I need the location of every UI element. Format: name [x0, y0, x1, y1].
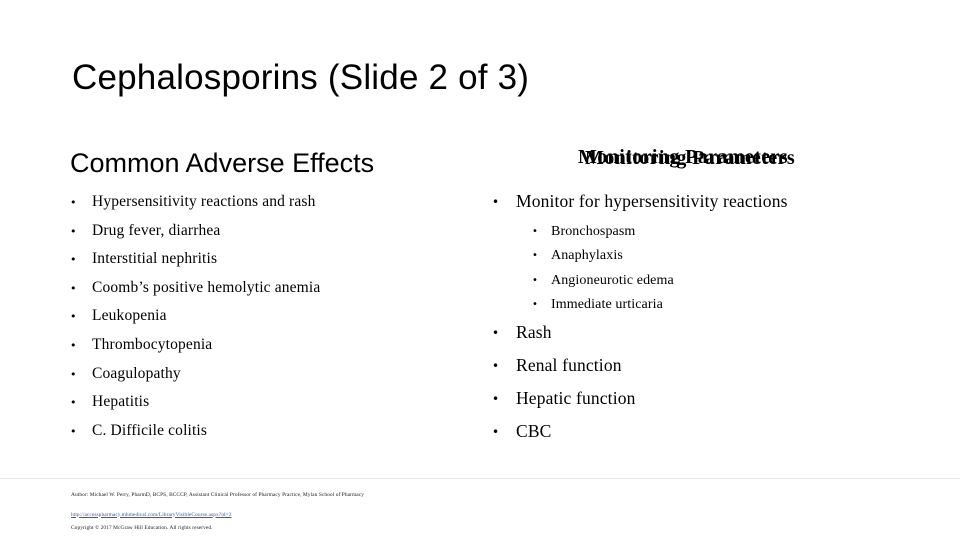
page-title: Cephalosporins (Slide 2 of 3) [72, 58, 530, 97]
list-item-label: Interstitial nephritis [92, 250, 218, 268]
bullet-icon: • [70, 367, 77, 381]
bullet-icon: • [532, 250, 538, 262]
sub-list-item: • Anaphylaxis [492, 247, 912, 271]
list-item: • Hepatitis [70, 392, 470, 421]
sub-list-item-label: Angioneurotic edema [551, 272, 674, 288]
bullet-icon: • [492, 424, 500, 439]
right-column-heading: Monitoring Parameters [578, 146, 789, 168]
list-item: • Interstitial nephritis [70, 249, 470, 278]
bullet-icon: • [492, 391, 500, 406]
list-item-label: Hepatic function [516, 387, 636, 408]
left-column-heading: Common Adverse Effects [70, 148, 375, 178]
adverse-effects-list: • Hypersensitivity reactions and rash • … [70, 192, 470, 449]
list-item: • Thrombocytopenia [70, 335, 470, 364]
list-item-label: Hepatitis [92, 393, 150, 411]
list-item: • Monitor for hypersensitivity reactions [492, 190, 912, 223]
footer-copyright: Copyright © 2017 McGraw Hill Education. … [71, 525, 213, 531]
monitoring-parameters-list: • Monitor for hypersensitivity reactions… [492, 190, 912, 453]
list-item: • Rash [492, 321, 912, 354]
list-item: • Hepatic function [492, 387, 912, 420]
list-item-label: Coagulopathy [92, 364, 181, 382]
list-item: • Hypersensitivity reactions and rash [70, 192, 470, 221]
list-item-label: Leukopenia [92, 307, 167, 325]
sub-list-item: • Angioneurotic edema [492, 272, 912, 296]
list-item-label: Renal function [516, 354, 622, 375]
bullet-icon: • [492, 325, 500, 340]
footer-source-link[interactable]: http://accesspharmacy.mhmedical.com/Libr… [71, 509, 231, 523]
list-item-label: Thrombocytopenia [92, 335, 213, 353]
list-item: • Renal function [492, 354, 912, 387]
list-item-label: CBC [516, 420, 552, 441]
bullet-icon: • [70, 338, 77, 352]
sub-list-item-label: Anaphylaxis [551, 248, 623, 264]
list-item: • Coagulopathy [70, 364, 470, 393]
list-item-label: C. Difficile colitis [92, 421, 208, 439]
list-item: • C. Difficile colitis [70, 421, 470, 450]
bullet-icon: • [70, 281, 77, 295]
sub-list-item: • Bronchospasm [492, 223, 912, 247]
bullet-icon: • [532, 274, 538, 286]
footer-divider [0, 478, 960, 479]
list-item: • CBC [492, 420, 912, 453]
sub-list-item-label: Bronchospasm [551, 224, 636, 239]
list-item-label: Drug fever, diarrhea [92, 221, 221, 239]
list-item: • Leukopenia [70, 306, 470, 335]
sub-list-item-label: Immediate urticaria [551, 297, 663, 313]
list-item-label: Rash [516, 321, 552, 342]
right-column-heading-group: Monitoring Parameters Monitoring Paramet… [578, 146, 878, 176]
list-item: • Coomb’s positive hemolytic anemia [70, 278, 470, 307]
bullet-icon: • [70, 253, 77, 267]
bullet-icon: • [532, 226, 538, 237]
bullet-icon: • [70, 424, 77, 438]
bullet-icon: • [492, 195, 500, 209]
list-item: • Drug fever, diarrhea [70, 221, 470, 250]
slide-canvas: Cephalosporins (Slide 2 of 3) Common Adv… [0, 0, 960, 540]
bullet-icon: • [70, 396, 77, 410]
bullet-icon: • [492, 358, 500, 373]
footer: Author: Michael W. Perry, PharmD, BCPS, … [71, 489, 891, 535]
list-item-label: Monitor for hypersensitivity reactions [516, 191, 788, 211]
sub-list-item: • Immediate urticaria [492, 296, 912, 320]
bullet-icon: • [70, 196, 77, 209]
list-item-label: Coomb’s positive hemolytic anemia [92, 278, 321, 296]
bullet-icon: • [70, 310, 77, 324]
list-item-label: Hypersensitivity reactions and rash [92, 193, 316, 210]
footer-author-line: Author: Michael W. Perry, PharmD, BCPS, … [71, 492, 364, 498]
bullet-icon: • [532, 299, 538, 311]
bullet-icon: • [70, 224, 77, 238]
